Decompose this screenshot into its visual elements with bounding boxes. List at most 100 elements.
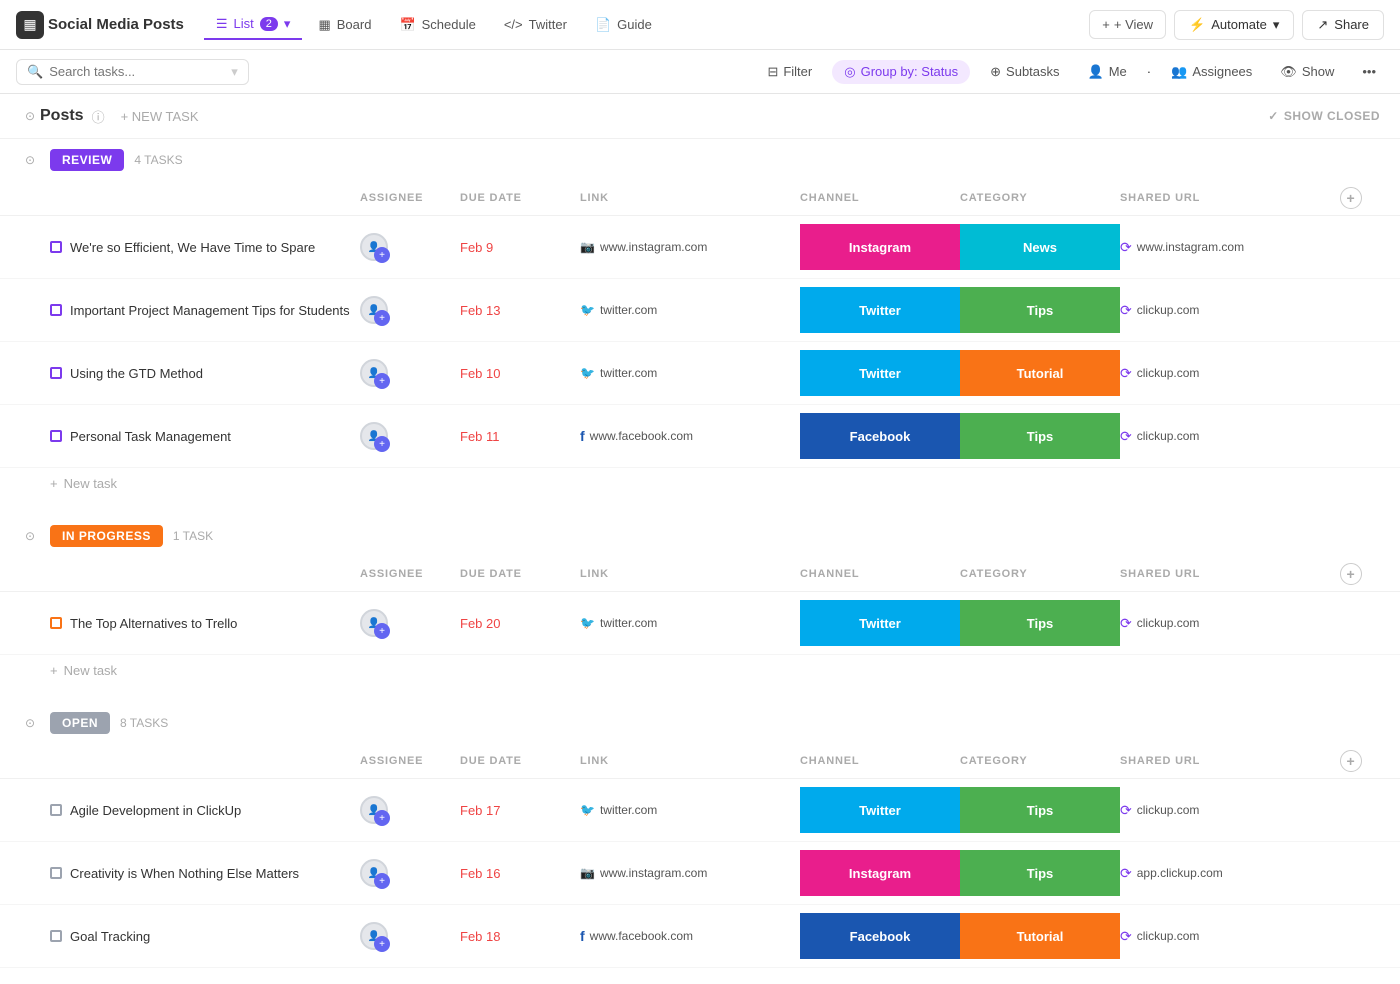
category-badge[interactable]: Tips [960, 413, 1120, 459]
clickup-icon: ⟳ [1120, 615, 1132, 632]
task-checkbox[interactable] [50, 304, 62, 316]
chevron-down-icon: ▾ [1273, 17, 1280, 33]
me-button[interactable]: 👤 Me [1080, 60, 1135, 84]
tab-twitter[interactable]: </> Twitter [492, 11, 579, 38]
show-button[interactable]: 👁 Show [1272, 60, 1342, 84]
review-collapse-button[interactable]: ⊙ [20, 150, 40, 170]
col-channel: CHANNEL [800, 568, 960, 580]
plus-icon: + [50, 663, 58, 678]
assignees-button[interactable]: 👥 Assignees [1163, 60, 1260, 84]
category-badge[interactable]: Tips [960, 850, 1120, 896]
task-name: The Top Alternatives to Trello [70, 616, 237, 631]
avatar[interactable]: 👤 + [360, 233, 388, 261]
channel-badge[interactable]: Instagram [800, 850, 960, 896]
group-by-button[interactable]: ◎ Group by: Status [832, 60, 970, 84]
avatar[interactable]: 👤 + [360, 359, 388, 387]
in-progress-count: 1 TASK [173, 529, 213, 543]
task-checkbox[interactable] [50, 930, 62, 942]
new-task-button[interactable]: + NEW TASK [113, 107, 207, 126]
avatar[interactable]: 👤 + [360, 859, 388, 887]
tab-schedule[interactable]: 📅 Schedule [387, 11, 487, 39]
due-date-cell: Feb 9 [460, 240, 580, 255]
channel-badge[interactable]: Twitter [800, 287, 960, 333]
col-due-date: DUE DATE [460, 755, 580, 767]
add-column-button[interactable]: + [1340, 563, 1362, 585]
avatar[interactable]: 👤 + [360, 922, 388, 950]
avatar[interactable]: 👤 + [360, 422, 388, 450]
more-button[interactable]: ••• [1354, 60, 1384, 83]
channel-badge[interactable]: Twitter [800, 350, 960, 396]
col-category: CATEGORY [960, 568, 1120, 580]
avatar[interactable]: 👤 + [360, 609, 388, 637]
channel-badge[interactable]: Facebook [800, 913, 960, 959]
clickup-icon: ⟳ [1120, 928, 1132, 945]
add-column-button[interactable]: + [1340, 750, 1362, 772]
in-progress-label[interactable]: IN PROGRESS [50, 525, 163, 547]
share-button[interactable]: ↗ Share [1302, 10, 1384, 40]
top-nav: ▦ Social Media Posts ☰ List 2 ▾ ▦ Board … [0, 0, 1400, 50]
show-closed-button[interactable]: ✓ SHOW CLOSED [1268, 109, 1380, 123]
category-badge[interactable]: Tips [960, 600, 1120, 646]
app-icon: ▦ [16, 11, 44, 39]
calendar-icon: 📅 [399, 17, 415, 33]
table-row: Goal Tracking 👤 + Feb 18 f www.facebook.… [0, 905, 1400, 968]
subtasks-button[interactable]: ⊕ Subtasks [982, 60, 1067, 84]
tab-guide[interactable]: 📄 Guide [583, 11, 664, 39]
task-name-cell: Using the GTD Method [50, 366, 360, 381]
add-column-button[interactable]: + [1340, 187, 1362, 209]
category-badge[interactable]: Tutorial [960, 913, 1120, 959]
channel-badge[interactable]: Twitter [800, 787, 960, 833]
channel-cell: Twitter [800, 787, 960, 833]
task-name: Personal Task Management [70, 429, 231, 444]
shared-url-cell: ⟳ clickup.com [1120, 615, 1340, 632]
col-assignee: ASSIGNEE [360, 192, 460, 204]
category-cell: Tips [960, 850, 1120, 896]
category-badge[interactable]: News [960, 224, 1120, 270]
category-badge[interactable]: Tutorial [960, 350, 1120, 396]
automate-button[interactable]: ⚡ Automate ▾ [1174, 10, 1294, 40]
in-progress-collapse-button[interactable]: ⊙ [20, 526, 40, 546]
category-badge[interactable]: Tips [960, 787, 1120, 833]
avatar[interactable]: 👤 + [360, 296, 388, 324]
search-box[interactable]: 🔍 ▾ [16, 59, 249, 85]
category-cell: Tips [960, 600, 1120, 646]
category-badge[interactable]: Tips [960, 287, 1120, 333]
task-checkbox[interactable] [50, 241, 62, 253]
open-collapse-button[interactable]: ⊙ [20, 713, 40, 733]
due-date-cell: Feb 16 [460, 866, 580, 881]
add-view-button[interactable]: + + View [1089, 10, 1166, 39]
add-assignee-icon: + [374, 810, 390, 826]
review-label[interactable]: REVIEW [50, 149, 124, 171]
task-checkbox[interactable] [50, 804, 62, 816]
task-checkbox[interactable] [50, 430, 62, 442]
add-assignee-icon: + [374, 310, 390, 326]
tab-list[interactable]: ☰ List 2 ▾ [204, 10, 303, 40]
task-checkbox[interactable] [50, 367, 62, 379]
task-checkbox[interactable] [50, 617, 62, 629]
avatar[interactable]: 👤 + [360, 796, 388, 824]
share-icon: ↗ [1317, 17, 1328, 33]
task-name: Agile Development in ClickUp [70, 803, 241, 818]
due-date-cell: Feb 17 [460, 803, 580, 818]
assignee-cell: 👤 + [360, 296, 460, 324]
task-checkbox[interactable] [50, 867, 62, 879]
posts-info-icon[interactable]: ⓘ [92, 107, 105, 126]
channel-badge[interactable]: Twitter [800, 600, 960, 646]
channel-badge[interactable]: Facebook [800, 413, 960, 459]
channel-cell: Twitter [800, 600, 960, 646]
open-label[interactable]: OPEN [50, 712, 110, 734]
search-input[interactable] [49, 64, 225, 79]
posts-collapse-button[interactable]: ⊙ [20, 106, 40, 126]
clickup-icon: ⟳ [1120, 865, 1132, 882]
tab-board[interactable]: ▦ Board [306, 11, 383, 39]
filter-button[interactable]: ⊟ Filter [759, 60, 820, 84]
review-count: 4 TASKS [134, 153, 182, 167]
add-task-in-progress[interactable]: + New task [0, 655, 1400, 686]
add-task-review[interactable]: + New task [0, 468, 1400, 499]
table-row: The Top Alternatives to Trello 👤 + Feb 2… [0, 592, 1400, 655]
clickup-icon: ⟳ [1120, 302, 1132, 319]
col-link: LINK [580, 192, 800, 204]
channel-badge[interactable]: Instagram [800, 224, 960, 270]
col-shared-url: SHARED URL [1120, 568, 1340, 580]
twitter-link-icon: 🐦 [580, 303, 595, 317]
